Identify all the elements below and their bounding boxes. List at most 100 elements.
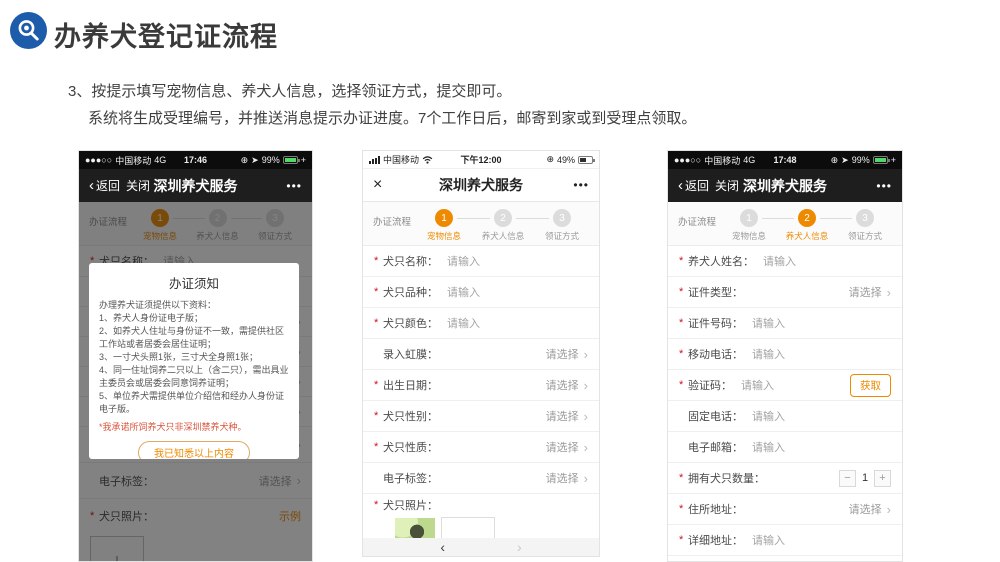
signal-icon [369,156,380,164]
page-title: 办养犬登记证流程 [54,15,278,54]
field-dog-count: * 拥有犬只数量： − 1 + [668,463,902,494]
back-button[interactable]: ‹返回 [89,177,120,194]
prev-page-button[interactable]: ‹ [440,539,445,555]
phone-screenshot-3: ●●●○○ 中国移动 4G 17:48 ⊕ ➤ 99% + ‹返回 关闭 深圳养… [667,150,903,562]
step-cert-method: 3 领证方式 [838,209,892,242]
select-value[interactable]: 请选择 [546,408,579,424]
stepper-plus-button[interactable]: + [874,470,891,487]
step-cert-method: 3 领证方式 [535,209,589,242]
field-verify-code: * 验证码： 请输入 获取 [668,370,902,401]
notice-modal: 办证须知 办理养犬证须提供以下资料： 1、养犬人身份证电子版； 2、如养犬人住址… [89,263,299,459]
carrier-label: 中国移动 [115,154,151,167]
magnifier-icon [10,12,47,49]
text-input[interactable]: 请输入 [752,532,785,548]
modal-title: 办证须知 [99,273,289,292]
field-iris-entry: 录入虹膜： 请选择 › [363,339,599,370]
stepper-minus-button[interactable]: − [839,470,856,487]
text-input[interactable]: 请输入 [763,253,796,269]
progress-steps: 办证流程 1 宠物信息 2 养犬人信息 3 领证方式 [668,202,902,246]
text-input[interactable]: 请输入 [752,346,785,362]
step-pet-info: 1 宠物信息 [417,209,471,242]
field-dog-sex: * 犬只性别： 请选择 › [363,401,599,432]
field-id-number: * 证件号码： 请输入 [668,308,902,339]
field-dog-breed: * 犬只品种： 请输入 [363,277,599,308]
close-button[interactable]: × [373,176,382,194]
text-input[interactable]: 请输入 [447,315,480,331]
select-value[interactable]: 请选择 [546,470,579,486]
next-page-button[interactable]: › [517,539,522,555]
field-detail-address: * 详细地址： 请输入 [668,525,902,556]
battery-icon [578,156,593,164]
back-button[interactable]: ‹返回 [678,177,709,194]
nav-title: 深圳养犬服务 [363,175,599,195]
chevron-right-icon: › [887,502,891,517]
phone-screenshot-1: ●●●○○ 中国移动 4G 17:46 ⊕ ➤ 99% + ‹返回 关闭 深圳养… [78,150,313,562]
acknowledge-button[interactable]: 我已知悉以上内容 [138,441,250,459]
instruction-step-line: 3、按提示填写宠物信息、养犬人信息，选择领证方式，提交即可。 [68,80,511,101]
carrier-label: 中国移动 [383,153,419,166]
get-code-button[interactable]: 获取 [850,374,891,397]
modal-line: 办理养犬证须提供以下资料： [99,299,289,312]
text-input[interactable]: 请输入 [741,377,774,393]
nav-bar: ‹返回 关闭 深圳养犬服务 ••• [79,169,312,202]
field-residence-address: * 住所地址： 请选择 › [668,494,902,525]
tutorial-page: 办养犬登记证流程 3、按提示填写宠物信息、养犬人信息，选择领证方式，提交即可。 … [0,0,1000,562]
select-value[interactable]: 请选择 [546,377,579,393]
close-button[interactable]: 关闭 [715,177,739,194]
back-chevron-icon: ‹ [678,177,683,194]
instruction-detail-line: 系统将生成受理编号，并推送消息提示办证进度。7个工作日后，邮寄到家或到受理点领取… [88,107,696,128]
text-input[interactable]: 请输入 [752,408,785,424]
field-dog-photo: * 犬只照片： [363,494,599,516]
field-id-type: * 证件类型： 请选择 › [668,277,902,308]
chevron-right-icon: › [584,409,588,424]
network-label: 4G [743,155,755,165]
field-electronic-tag: 电子标签： 请选择 › [363,463,599,494]
nav-bar: × 深圳养犬服务 ••• [363,169,599,202]
modal-line: 4、同一住址饲养二只以上（含二只），需出具业主委员会或居委会同意饲养证明； [99,364,289,390]
text-input[interactable]: 请输入 [447,253,480,269]
select-value[interactable]: 请选择 [546,346,579,362]
field-dog-color: * 犬只颜色： 请输入 [363,308,599,339]
nav-bar: ‹返回 关闭 深圳养犬服务 ••• [668,169,902,202]
status-bar: ●●●○○ 中国移动 4G 17:46 ⊕ ➤ 99% + [79,151,312,169]
battery-icon [873,156,888,164]
phone-screenshot-2: 中国移动 下午12:00 ⊕ 49% × 深圳养犬服务 ••• 办证流程 [362,150,600,557]
more-menu-button[interactable]: ••• [876,179,892,193]
network-label: 4G [154,155,166,165]
chevron-right-icon: › [584,347,588,362]
back-chevron-icon: ‹ [89,177,94,194]
field-owner-name: * 养犬人姓名： 请输入 [668,246,902,277]
step-pet-info: 1 宠物信息 [722,209,776,242]
close-button[interactable]: 关闭 [126,177,150,194]
select-value[interactable]: 请选择 [546,439,579,455]
field-mobile-phone: * 移动电话： 请输入 [668,339,902,370]
modal-line: 2、如养犬人住址与身份证不一致，需提供社区工作站或者居委会居住证明； [99,325,289,351]
signal-icon: ●●●○○ [85,155,112,165]
select-value[interactable]: 请选择 [849,501,882,517]
more-menu-button[interactable]: ••• [573,178,589,192]
chevron-right-icon: › [584,471,588,486]
field-landline: 固定电话： 请输入 [668,401,902,432]
progress-label: 办证流程 [373,214,417,228]
step-owner-info: 2 养犬人信息 [780,209,834,242]
modal-promise-note: *我承诺所饲养犬只非深圳禁养犬种。 [99,421,289,434]
progress-steps: 办证流程 1 宠物信息 2 养犬人信息 3 领证方式 [363,202,599,246]
field-dog-nature: * 犬只性质： 请选择 › [363,432,599,463]
quantity-stepper: − 1 + [839,470,891,487]
stepper-value: 1 [860,472,870,484]
text-input[interactable]: 请输入 [447,284,480,300]
status-bar: ●●●○○ 中国移动 4G 17:48 ⊕ ➤ 99% + [668,151,902,169]
signal-icon: ●●●○○ [674,155,701,165]
field-birth-date: * 出生日期： 请选择 › [363,370,599,401]
field-email: 电子邮箱： 请输入 [668,432,902,463]
status-bar: 中国移动 下午12:00 ⊕ 49% [363,151,599,169]
modal-line: 3、一寸犬头照1张，三寸犬全身照1张； [99,351,289,364]
step-owner-info: 2 养犬人信息 [476,209,530,242]
modal-line: 1、养犬人身份证电子版； [99,312,289,325]
text-input[interactable]: 请输入 [752,439,785,455]
chevron-right-icon: › [584,378,588,393]
text-input[interactable]: 请输入 [752,315,785,331]
select-value[interactable]: 请选择 [849,284,882,300]
modal-line: 5、单位养犬需提供单位介绍信和经办人身份证电子版。 [99,390,289,416]
more-menu-button[interactable]: ••• [286,179,302,193]
